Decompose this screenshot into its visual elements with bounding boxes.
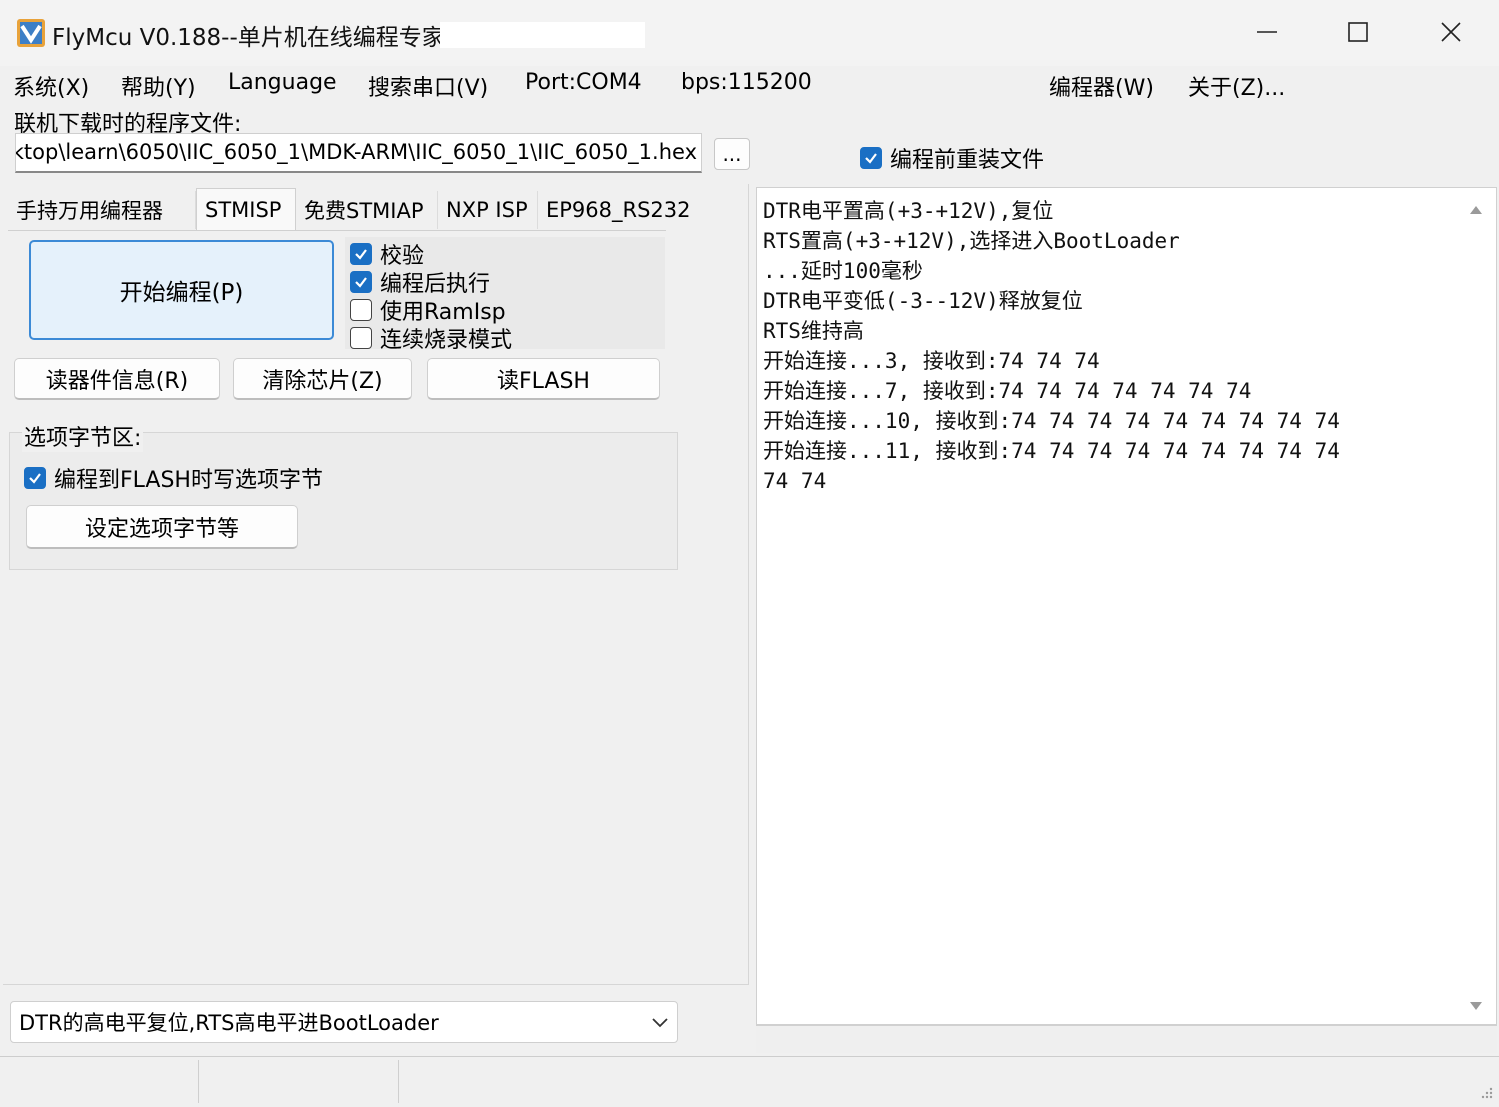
verify-checkbox[interactable]	[350, 243, 372, 265]
log-line: DTR电平变低(-3--12V)释放复位	[763, 289, 1083, 313]
tab-divider	[8, 230, 666, 231]
resize-grip-icon[interactable]	[1478, 1082, 1494, 1107]
start-program-button[interactable]: 开始编程(P)	[29, 240, 334, 340]
menu-search-port[interactable]: 搜索串口(V)	[368, 70, 488, 102]
write-option-bytes-option[interactable]: 编程到FLASH时写选项字节	[24, 462, 323, 494]
log-line: 开始连接...7, 接收到:74 74 74 74 74 74 74	[763, 379, 1252, 403]
reset-mode-select[interactable]: DTR的高电平复位,RTS高电平进BootLoader	[10, 1001, 678, 1043]
menu-system[interactable]: 系统(X)	[13, 70, 89, 102]
log-line: DTR电平置高(+3-+12V),复位	[763, 199, 1054, 223]
log-line: 开始连接...3, 接收到:74 74 74	[763, 349, 1100, 373]
check-icon	[355, 277, 367, 288]
log-line: RTS置高(+3-+12V),选择进入BootLoader	[763, 229, 1180, 253]
run-after-checkbox[interactable]	[350, 271, 372, 293]
option-bytes-group	[9, 432, 678, 570]
horizontal-scrollbar[interactable]	[756, 1025, 1497, 1053]
log-text: DTR电平置高(+3-+12V),复位 RTS置高(+3-+12V),选择进入Bo…	[763, 196, 1340, 496]
menu-port[interactable]: Port:COM4	[525, 70, 642, 95]
tab-handheld-programmer[interactable]: 手持万用编程器	[8, 191, 196, 229]
close-button[interactable]	[1416, 10, 1486, 54]
tab-ep968-rs232[interactable]: EP968_RS232	[538, 191, 694, 229]
menu-bps[interactable]: bps:115200	[681, 70, 812, 95]
browse-button[interactable]: ...	[714, 138, 750, 170]
continuous-burn-option[interactable]: 连续烧录模式	[350, 322, 512, 354]
continuous-burn-label: 连续烧录模式	[380, 328, 513, 353]
set-option-bytes-button[interactable]: 设定选项字节等	[26, 505, 298, 549]
menu-programmer[interactable]: 编程器(W)	[1049, 70, 1154, 102]
chevron-down-icon[interactable]	[648, 1010, 672, 1034]
status-divider	[198, 1060, 199, 1103]
tab-stmisp[interactable]: STMISP	[196, 188, 296, 231]
maximize-button[interactable]	[1323, 10, 1393, 54]
check-icon	[865, 153, 877, 164]
minimize-icon	[1257, 31, 1277, 33]
app-icon	[16, 18, 46, 48]
check-icon	[355, 249, 367, 260]
status-bar	[0, 1056, 1499, 1104]
log-line: 开始连接...10, 接收到:74 74 74 74 74 74 74 74 7…	[763, 409, 1340, 433]
check-icon	[29, 473, 41, 484]
file-path-input[interactable]: sktop\learn\6050\IIC_6050_1\MDK-ARM\IIC_…	[15, 133, 702, 173]
log-line: 开始连接...11, 接收到:74 74 74 74 74 74 74 74 7…	[763, 439, 1340, 463]
log-line: 74 74	[763, 469, 827, 493]
erase-chip-button[interactable]: 清除芯片(Z)	[233, 358, 412, 400]
reset-mode-value: DTR的高电平复位,RTS高电平进BootLoader	[19, 1011, 439, 1035]
continuous-burn-checkbox[interactable]	[350, 327, 372, 349]
scroll-down-icon[interactable]	[1467, 996, 1485, 1021]
menu-help[interactable]: 帮助(Y)	[121, 70, 196, 102]
reload-label: 编程前重装文件	[890, 148, 1045, 173]
title-redaction	[440, 22, 645, 48]
reload-before-program-option[interactable]: 编程前重装文件	[860, 142, 1044, 174]
log-line: ...延时100毫秒	[763, 259, 923, 283]
window-title: FlyMcu V0.188--单片机在线编程专家	[52, 25, 445, 51]
tab-nxp-isp[interactable]: NXP ISP	[438, 191, 538, 229]
option-bytes-group-label: 选项字节区:	[22, 420, 144, 452]
close-icon	[1441, 22, 1461, 42]
use-ramisp-checkbox[interactable]	[350, 299, 372, 321]
write-option-bytes-label: 编程到FLASH时写选项字节	[54, 468, 323, 493]
minimize-button[interactable]	[1232, 10, 1302, 54]
reload-checkbox[interactable]	[860, 147, 882, 169]
menu-about[interactable]: 关于(Z)...	[1188, 70, 1285, 102]
status-divider	[398, 1060, 399, 1103]
menu-language[interactable]: Language	[228, 70, 337, 95]
tab-free-stmiap[interactable]: 免费STMIAP	[296, 191, 438, 229]
log-line: RTS维持高	[763, 319, 864, 343]
read-flash-button[interactable]: 读FLASH	[427, 358, 660, 400]
scroll-up-icon[interactable]	[1467, 200, 1485, 225]
write-option-bytes-checkbox[interactable]	[24, 467, 46, 489]
maximize-icon	[1348, 22, 1368, 42]
file-path-text: sktop\learn\6050\IIC_6050_1\MDK-ARM\IIC_…	[15, 140, 697, 164]
read-device-info-button[interactable]: 读器件信息(R)	[14, 358, 220, 400]
